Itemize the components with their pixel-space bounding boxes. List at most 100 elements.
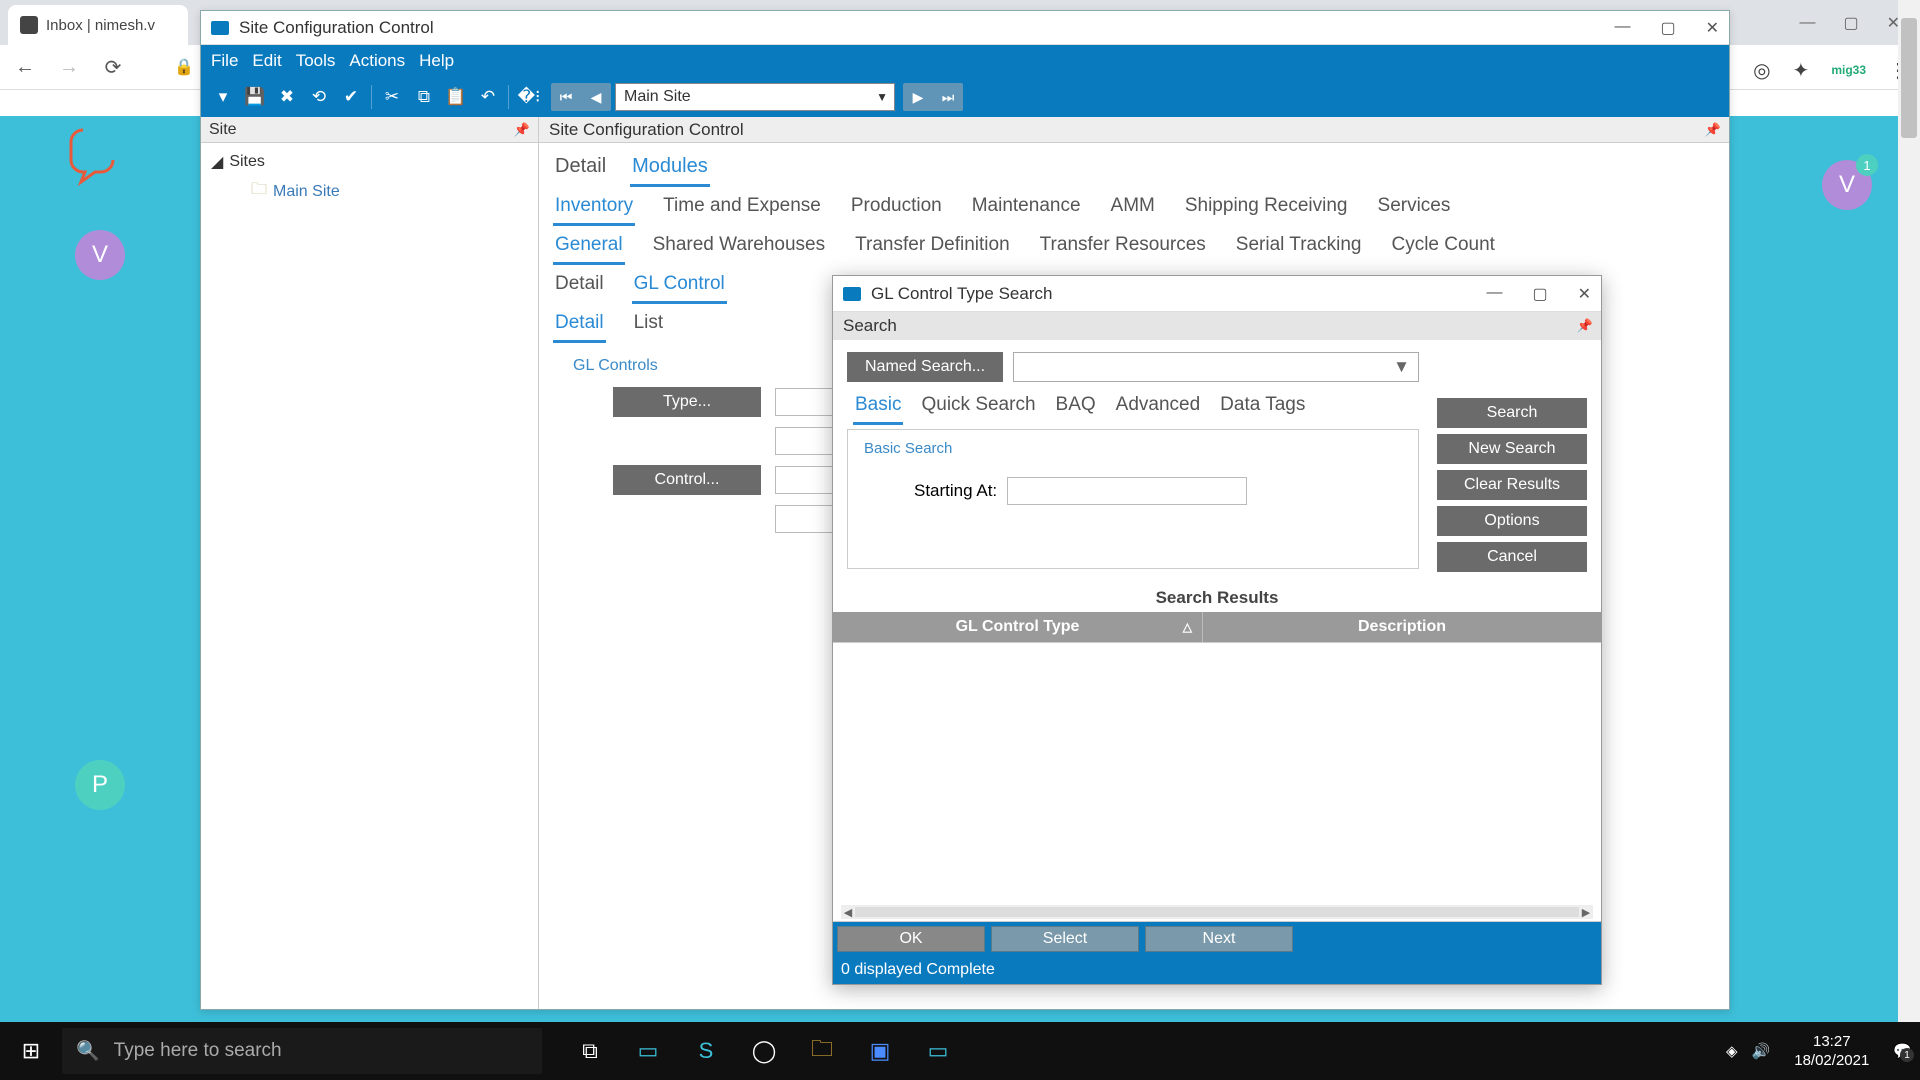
menu-help[interactable]: Help: [419, 51, 454, 71]
maximize-button[interactable]: ▢: [1843, 13, 1858, 33]
cut-button[interactable]: ✂: [378, 83, 406, 111]
explorer-icon[interactable]: 🗀: [794, 1026, 850, 1076]
ok-button[interactable]: OK: [837, 926, 985, 952]
tree-button[interactable]: �⁝: [515, 83, 543, 111]
taskbar-search[interactable]: 🔍 Type here to search: [62, 1028, 542, 1074]
tab-general[interactable]: General: [553, 232, 625, 265]
tab-shipping[interactable]: Shipping Receiving: [1183, 193, 1350, 226]
dialog-minimize-button[interactable]: —: [1486, 284, 1502, 304]
grid-body[interactable]: ◀ ▶: [833, 642, 1601, 922]
site-dropdown[interactable]: Main Site ▼: [615, 83, 895, 111]
page-scrollbar[interactable]: [1898, 0, 1920, 1080]
back-button[interactable]: ←: [12, 56, 38, 79]
tab-modules[interactable]: Modules: [630, 151, 710, 187]
paste-button[interactable]: 📋: [442, 83, 470, 111]
grid-h-scrollbar[interactable]: ◀ ▶: [841, 905, 1593, 919]
clock[interactable]: 13:27 18/02/2021: [1784, 1032, 1879, 1071]
starting-at-input[interactable]: [1007, 477, 1247, 505]
options-button[interactable]: Options: [1437, 506, 1587, 536]
tab-inventory[interactable]: Inventory: [553, 193, 635, 226]
scroll-track[interactable]: [855, 907, 1579, 917]
tab-production[interactable]: Production: [849, 193, 944, 226]
volume-icon[interactable]: 🔊: [1752, 1042, 1771, 1060]
app-icon-1[interactable]: ▭: [620, 1026, 676, 1076]
tab-data-tags[interactable]: Data Tags: [1218, 392, 1307, 425]
tab-quick-search[interactable]: Quick Search: [919, 392, 1037, 425]
col-gl-control-type[interactable]: GL Control Type△: [833, 612, 1203, 642]
scroll-left-icon[interactable]: ◀: [841, 906, 855, 919]
app-maximize-button[interactable]: ▢: [1660, 18, 1675, 38]
menu-file[interactable]: File: [211, 51, 238, 71]
tree-child-main-site[interactable]: 🗀 Main Site: [211, 175, 528, 208]
dialog-titlebar[interactable]: GL Control Type Search — ▢ ✕: [833, 276, 1601, 312]
app-minimize-button[interactable]: —: [1614, 18, 1630, 38]
tab-basic[interactable]: Basic: [853, 392, 903, 425]
tab-cycle-count[interactable]: Cycle Count: [1389, 232, 1497, 265]
tab-maintenance[interactable]: Maintenance: [970, 193, 1083, 226]
delete-button[interactable]: ✖: [273, 83, 301, 111]
scroll-right-icon[interactable]: ▶: [1579, 906, 1593, 919]
task-view-icon[interactable]: ⧉: [562, 1026, 618, 1076]
prev-button[interactable]: ◀: [581, 83, 611, 111]
col-description[interactable]: Description: [1203, 612, 1601, 642]
pin-icon[interactable]: 📌: [1577, 318, 1593, 334]
tab-list[interactable]: List: [632, 310, 666, 343]
tab-detail[interactable]: Detail: [553, 151, 608, 187]
pin-icon[interactable]: 📌: [1705, 122, 1721, 138]
tab-services[interactable]: Services: [1376, 193, 1453, 226]
tab-detail4[interactable]: Detail: [553, 271, 606, 304]
tab-shared-warehouses[interactable]: Shared Warehouses: [651, 232, 828, 265]
save-button[interactable]: 💾: [241, 83, 269, 111]
last-button[interactable]: ⏭: [933, 83, 963, 111]
clear-button[interactable]: ✔: [337, 83, 365, 111]
first-button[interactable]: ⏮: [551, 83, 581, 111]
clear-results-button[interactable]: Clear Results: [1437, 470, 1587, 500]
tab-transfer-definition[interactable]: Transfer Definition: [853, 232, 1012, 265]
avatar-v[interactable]: V: [75, 230, 125, 280]
control-button[interactable]: Control...: [613, 465, 761, 495]
skype-icon[interactable]: S: [678, 1026, 734, 1076]
named-search-button[interactable]: Named Search...: [847, 352, 1003, 382]
search-button[interactable]: Search: [1437, 398, 1587, 428]
undo-button[interactable]: ↶: [474, 83, 502, 111]
select-button[interactable]: Select: [991, 926, 1139, 952]
tab-advanced[interactable]: Advanced: [1114, 392, 1203, 425]
next-button[interactable]: ▶: [903, 83, 933, 111]
minimize-button[interactable]: —: [1799, 14, 1815, 32]
zoom-icon[interactable]: ▣: [852, 1026, 908, 1076]
tab-baq[interactable]: BAQ: [1054, 392, 1098, 425]
app-titlebar[interactable]: Site Configuration Control — ▢ ✕: [201, 11, 1729, 45]
cancel-button[interactable]: Cancel: [1437, 542, 1587, 572]
avatar-v-right[interactable]: V 1: [1822, 160, 1872, 210]
forward-button[interactable]: →: [56, 56, 82, 79]
tab-time-expense[interactable]: Time and Expense: [661, 193, 823, 226]
scroll-thumb[interactable]: [1901, 18, 1917, 138]
start-button[interactable]: ⊞: [0, 1022, 62, 1080]
tab-serial-tracking[interactable]: Serial Tracking: [1234, 232, 1364, 265]
target-icon[interactable]: ◎: [1753, 58, 1770, 83]
new-button[interactable]: ▾: [209, 83, 237, 111]
notifications-icon[interactable]: 💬1: [1893, 1042, 1912, 1060]
menu-tools[interactable]: Tools: [296, 51, 336, 71]
wifi-icon[interactable]: ◈: [1726, 1042, 1738, 1060]
mig33-icon[interactable]: mig33: [1831, 63, 1866, 77]
avatar-p[interactable]: P: [75, 760, 125, 810]
copy-button[interactable]: ⧉: [410, 83, 438, 111]
dialog-maximize-button[interactable]: ▢: [1532, 284, 1547, 304]
refresh-button[interactable]: ⟲: [305, 83, 333, 111]
type-button[interactable]: Type...: [613, 387, 761, 417]
app-close-button[interactable]: ✕: [1706, 18, 1719, 38]
reload-button[interactable]: ⟳: [100, 55, 126, 80]
tab-amm[interactable]: AMM: [1109, 193, 1157, 226]
pin-icon[interactable]: 📌: [514, 122, 530, 138]
chrome-icon[interactable]: ◯: [736, 1026, 792, 1076]
extensions-icon[interactable]: ✦: [1793, 58, 1810, 83]
tab-gl-control[interactable]: GL Control: [632, 271, 727, 304]
app-icon-2[interactable]: ▭: [910, 1026, 966, 1076]
dialog-close-button[interactable]: ✕: [1578, 284, 1591, 304]
browser-tab[interactable]: Inbox | nimesh.v: [8, 5, 188, 45]
new-search-button[interactable]: New Search: [1437, 434, 1587, 464]
menu-actions[interactable]: Actions: [349, 51, 405, 71]
next-button[interactable]: Next: [1145, 926, 1293, 952]
tab-detail5[interactable]: Detail: [553, 310, 606, 343]
